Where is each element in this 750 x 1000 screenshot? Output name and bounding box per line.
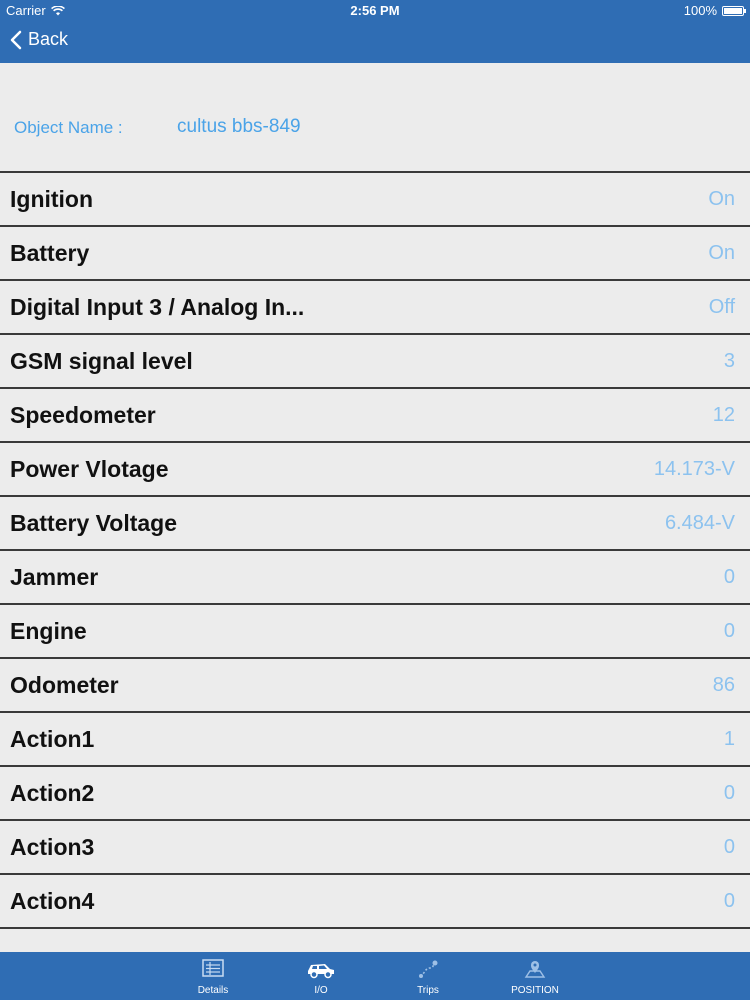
list-item[interactable]: Ignition On (0, 171, 750, 225)
list-item[interactable]: Action4 0 (0, 873, 750, 929)
battery-icon (722, 5, 746, 16)
io-value: 3 (723, 349, 735, 372)
list-item[interactable]: Battery On (0, 225, 750, 279)
list-item[interactable]: Power Vlotage 14.173-V (0, 441, 750, 495)
io-value: 1 (723, 727, 735, 750)
io-name: Digital Input 3 / Analog In... (10, 293, 305, 320)
io-value: 12 (712, 403, 735, 426)
clock: 2:56 PM (350, 3, 400, 18)
list-item[interactable]: Battery Voltage 6.484-V (0, 495, 750, 549)
tab-position[interactable]: POSITION (500, 952, 570, 1000)
back-button[interactable]: Back (10, 29, 68, 50)
io-name: Speedometer (10, 401, 156, 428)
io-value: 86 (712, 673, 735, 696)
io-list: Ignition On Battery On Digital Input 3 /… (0, 171, 750, 929)
io-value: Off (708, 295, 735, 318)
tab-label: I/O (314, 985, 328, 996)
tab-io[interactable]: I/O (286, 952, 356, 1000)
battery-indicator: 100% (683, 3, 746, 18)
list-item[interactable]: Jammer 0 (0, 549, 750, 603)
trips-icon (419, 960, 438, 978)
object-name-label: Object Name : (14, 118, 123, 137)
io-name: Jammer (10, 563, 99, 590)
list-item[interactable]: GSM signal level 3 (0, 333, 750, 387)
io-name: Action2 (10, 779, 95, 806)
io-value: 6.484-V (664, 511, 735, 534)
io-name: Battery Voltage (10, 509, 178, 536)
list-item[interactable]: Action3 0 (0, 819, 750, 873)
io-name: Action3 (10, 833, 95, 860)
object-name-section: Object Name : cultus bbs-849 (0, 63, 750, 171)
tab-bar: Details I/O Trips POSITION (0, 952, 750, 1000)
list-item[interactable]: Action2 0 (0, 765, 750, 819)
tab-label: Trips (417, 985, 439, 996)
list-item[interactable]: Digital Input 3 / Analog In... Off (0, 279, 750, 333)
list-item[interactable]: Engine 0 (0, 603, 750, 657)
navigation-bar: Back (0, 21, 750, 63)
battery-percent: 100% (683, 3, 717, 18)
io-name: Battery (10, 239, 90, 266)
list-item[interactable]: Odometer 86 (0, 657, 750, 711)
io-value: 0 (723, 565, 735, 588)
status-bar: Carrier 2:56 PM 100% (0, 0, 750, 21)
object-name-value: cultus bbs-849 (177, 116, 301, 137)
back-label: Back (28, 29, 69, 49)
io-value: 0 (723, 781, 735, 804)
io-name: Engine (10, 617, 87, 644)
io-value: 0 (723, 835, 735, 858)
io-name: Odometer (10, 671, 119, 698)
io-value: 0 (723, 619, 735, 642)
position-icon (524, 961, 546, 978)
tab-details[interactable]: Details (178, 952, 248, 1000)
list-item[interactable]: Speedometer 12 (0, 387, 750, 441)
tab-trips[interactable]: Trips (393, 952, 463, 1000)
car-icon (308, 964, 334, 979)
list-item[interactable]: Action1 1 (0, 711, 750, 765)
details-icon (202, 959, 224, 977)
io-name: Ignition (10, 185, 94, 212)
io-value: On (708, 187, 735, 210)
chevron-left-icon (10, 30, 22, 49)
tab-label: Details (197, 985, 229, 996)
io-name: Action1 (10, 725, 95, 752)
io-value: On (708, 241, 735, 264)
io-value: 0 (723, 889, 735, 912)
tab-label: POSITION (511, 985, 559, 996)
io-name: Action4 (10, 887, 95, 914)
io-name: Power Vlotage (10, 455, 169, 482)
io-name: GSM signal level (10, 347, 193, 374)
io-value: 14.173-V (653, 457, 735, 480)
